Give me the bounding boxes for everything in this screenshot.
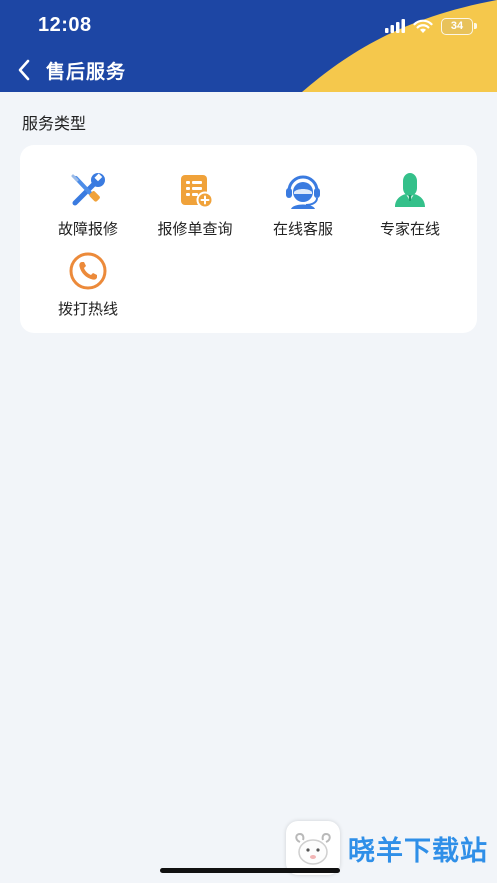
page-title: 售后服务 [46, 61, 127, 83]
service-label: 在线客服 [272, 220, 333, 238]
service-item-online-support[interactable]: 在线客服 [248, 171, 358, 249]
service-label: 报修单查询 [157, 220, 233, 238]
service-item-expert-online[interactable]: 专家在线 [355, 171, 465, 249]
section-title: 服务类型 [22, 114, 87, 133]
back-button[interactable] [10, 56, 38, 84]
service-item-order-query[interactable]: 报修单查询 [140, 171, 250, 249]
status-time: 12:08 [38, 14, 92, 36]
service-label: 专家在线 [379, 220, 440, 238]
document-search-icon [175, 171, 215, 211]
service-label: 故障报修 [57, 220, 118, 238]
service-item-repair[interactable]: 故障报修 [33, 171, 143, 249]
wrench-screwdriver-icon [68, 171, 108, 211]
watermark-text: 晓羊下载站 [348, 835, 488, 867]
home-indicator[interactable] [160, 868, 340, 873]
headset-agent-icon [283, 171, 323, 211]
service-label: 拨打热线 [57, 300, 118, 318]
service-card: 故障报修 报修单查询 在线客服 专家在线 拨打热线 [20, 145, 477, 333]
phone-icon [68, 251, 108, 291]
sheep-logo-icon [286, 821, 340, 875]
app-header: 12:08 34 售后服务 [0, 0, 497, 92]
expert-person-icon [390, 171, 430, 211]
chevron-left-icon [18, 59, 30, 81]
signal-icon [385, 19, 405, 33]
status-icons: 34 [385, 16, 477, 36]
service-item-hotline[interactable]: 拨打热线 [33, 251, 143, 329]
battery-icon: 34 [441, 17, 477, 35]
wifi-icon [413, 19, 433, 33]
